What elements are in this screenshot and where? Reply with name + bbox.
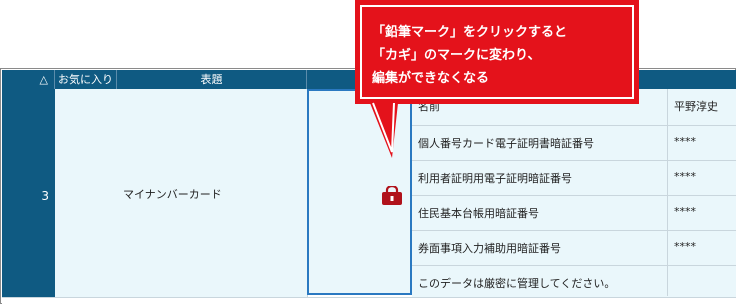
detail-value: **** — [674, 205, 696, 218]
row-number-cell: 3 — [2, 89, 55, 297]
detail-row: 住民基本台帳用暗証番号 **** — [412, 196, 736, 231]
detail-note: このデータは厳密に管理してください。 — [418, 277, 616, 290]
row-title: マイナンバーカード — [123, 188, 222, 201]
title-cell: マイナンバーカード — [117, 89, 308, 297]
callout-line-1: 「鉛筆マーク」をクリックすると — [372, 25, 568, 40]
detail-row: 個人番号カード電子証明書暗証番号 **** — [412, 126, 736, 161]
detail-label: 個人番号カード電子証明書暗証番号 — [418, 137, 594, 150]
detail-row: 利用者証明用電子証明暗証番号 **** — [412, 161, 736, 196]
detail-row: 券面事項入力補助用暗証番号 **** — [412, 231, 736, 266]
detail-value: 平野淳史 — [674, 100, 718, 113]
callout-line-2: 「カギ」のマークに変わり、 — [372, 48, 541, 63]
sort-indicator-header[interactable]: △ — [2, 70, 55, 89]
detail-value: **** — [674, 135, 696, 148]
table-row: 3 マイナンバーカード 名前 平野淳史 個人番号カード電子証明書暗証番号 ***… — [2, 89, 736, 305]
favorite-cell[interactable] — [55, 89, 118, 297]
callout-line-3: 編集ができなくなる — [372, 71, 490, 86]
lock-icon[interactable] — [381, 186, 403, 206]
detail-row: このデータは厳密に管理してください。 — [412, 266, 736, 296]
detail-label: 利用者証明用電子証明暗証番号 — [418, 172, 572, 185]
callout-text: 「鉛筆マーク」をクリックすると 「カギ」のマークに変わり、 編集ができなくなる — [372, 21, 567, 90]
row-number: 3 — [41, 189, 49, 203]
detail-table: 名前 平野淳史 個人番号カード電子証明書暗証番号 **** 利用者証明用電子証明… — [412, 89, 736, 297]
detail-label: 券面事項入力補助用暗証番号 — [418, 242, 561, 255]
detail-value: **** — [674, 170, 696, 183]
detail-label: 住民基本台帳用暗証番号 — [418, 207, 539, 220]
annotation-callout: 「鉛筆マーク」をクリックすると 「カギ」のマークに変わり、 編集ができなくなる — [355, 0, 639, 104]
title-column-header[interactable]: 表題 — [117, 70, 307, 89]
favorite-column-header[interactable]: お気に入り — [55, 70, 117, 89]
edit-lock-cell[interactable] — [307, 89, 412, 295]
detail-value: **** — [674, 240, 696, 253]
